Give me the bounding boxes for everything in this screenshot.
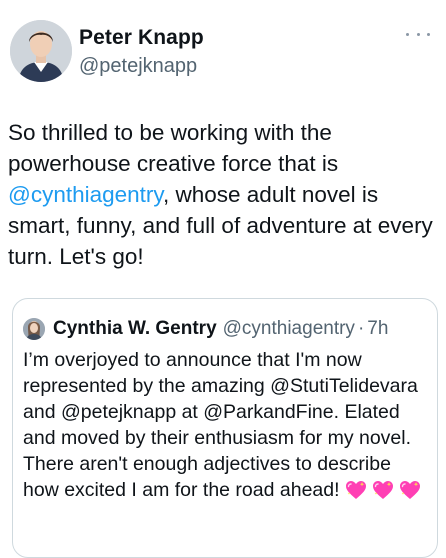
quoted-text: I’m overjoyed to announce that I'm now r… bbox=[23, 349, 418, 501]
separator-dot: · bbox=[357, 318, 365, 339]
timestamp[interactable]: 7h bbox=[367, 318, 388, 340]
sparkling-heart-icon bbox=[372, 481, 393, 499]
mention-link[interactable]: @cynthiagentry bbox=[8, 182, 163, 207]
quoted-tweet-header: Cynthia W. Gentry @cynthiagentry · 7h bbox=[23, 316, 388, 342]
quoted-avatar[interactable] bbox=[23, 318, 45, 340]
display-name[interactable]: Peter Knapp bbox=[79, 26, 204, 50]
quoted-avatar-photo bbox=[23, 318, 45, 340]
handle[interactable]: @petejknapp bbox=[79, 52, 204, 80]
tweet-text: So thrilled to be working with the power… bbox=[8, 117, 436, 272]
emoji-group bbox=[345, 480, 421, 500]
more-horizontal-icon[interactable] bbox=[406, 26, 430, 42]
avatar[interactable] bbox=[10, 20, 72, 82]
avatar-photo bbox=[10, 20, 72, 82]
quoted-tweet[interactable]: Cynthia W. Gentry @cynthiagentry · 7h I’… bbox=[12, 298, 438, 558]
sparkling-heart-icon bbox=[345, 481, 366, 499]
sparkling-heart-icon bbox=[399, 481, 420, 499]
tweet-header: Peter Knapp @petejknapp bbox=[10, 20, 436, 84]
tweet-text-part: So thrilled to be working with the power… bbox=[8, 120, 339, 176]
quoted-tweet-text: I’m overjoyed to announce that I'm now r… bbox=[23, 347, 428, 503]
quoted-display-name[interactable]: Cynthia W. Gentry bbox=[53, 318, 217, 340]
quoted-handle[interactable]: @cynthiagentry bbox=[223, 318, 355, 340]
